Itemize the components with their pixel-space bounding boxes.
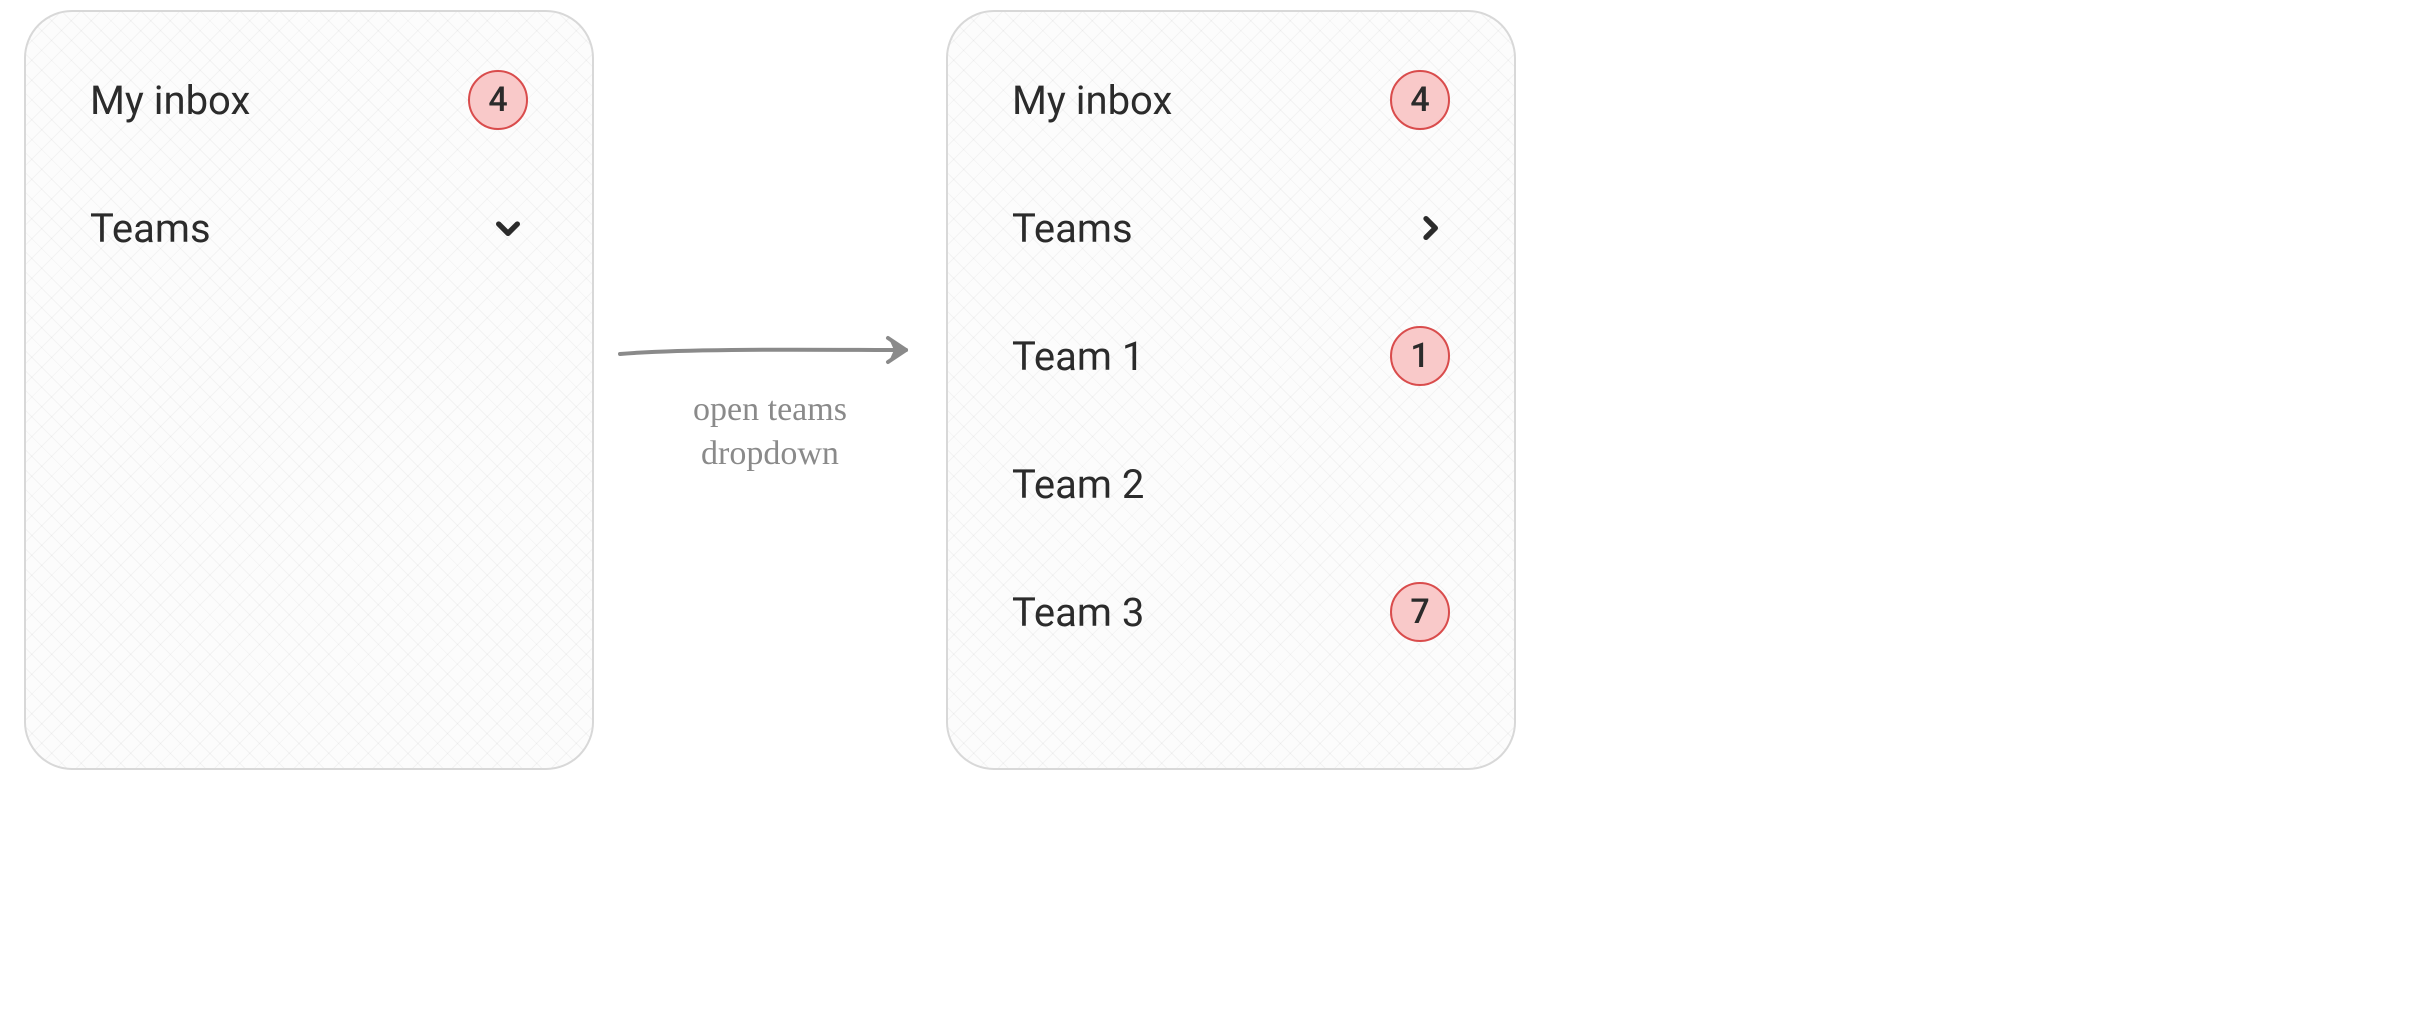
team-label: Team 3 xyxy=(1012,589,1144,636)
arrow-icon xyxy=(610,320,930,380)
team-badge-empty xyxy=(1394,456,1450,512)
diagram-stage: My inbox 4 Teams open teams dropdown My … xyxy=(0,0,2426,1024)
teams-row[interactable]: Teams xyxy=(90,196,528,260)
inbox-label: My inbox xyxy=(1012,77,1172,124)
chevron-down-icon xyxy=(488,208,528,248)
inbox-row[interactable]: My inbox 4 xyxy=(1012,68,1450,132)
inbox-label: My inbox xyxy=(90,77,250,124)
team-badge: 1 xyxy=(1390,326,1450,386)
team-row[interactable]: Team 2 xyxy=(1012,452,1450,516)
sidebar-panel-collapsed: My inbox 4 Teams xyxy=(24,10,594,770)
team-row[interactable]: Team 1 1 xyxy=(1012,324,1450,388)
inbox-badge: 4 xyxy=(1390,70,1450,130)
team-label: Team 2 xyxy=(1012,461,1144,508)
transition-arrow: open teams dropdown xyxy=(610,320,930,520)
transition-caption: open teams dropdown xyxy=(693,388,847,476)
teams-label: Teams xyxy=(90,205,211,252)
sidebar-panel-expanded: My inbox 4 Teams Team 1 1 Team 2 Team 3 … xyxy=(946,10,1516,770)
team-badge: 7 xyxy=(1390,582,1450,642)
teams-row[interactable]: Teams xyxy=(1012,196,1450,260)
team-label: Team 1 xyxy=(1012,333,1144,380)
team-row[interactable]: Team 3 7 xyxy=(1012,580,1450,644)
inbox-row[interactable]: My inbox 4 xyxy=(90,68,528,132)
teams-label: Teams xyxy=(1012,205,1133,252)
chevron-right-icon xyxy=(1410,208,1450,248)
inbox-badge: 4 xyxy=(468,70,528,130)
